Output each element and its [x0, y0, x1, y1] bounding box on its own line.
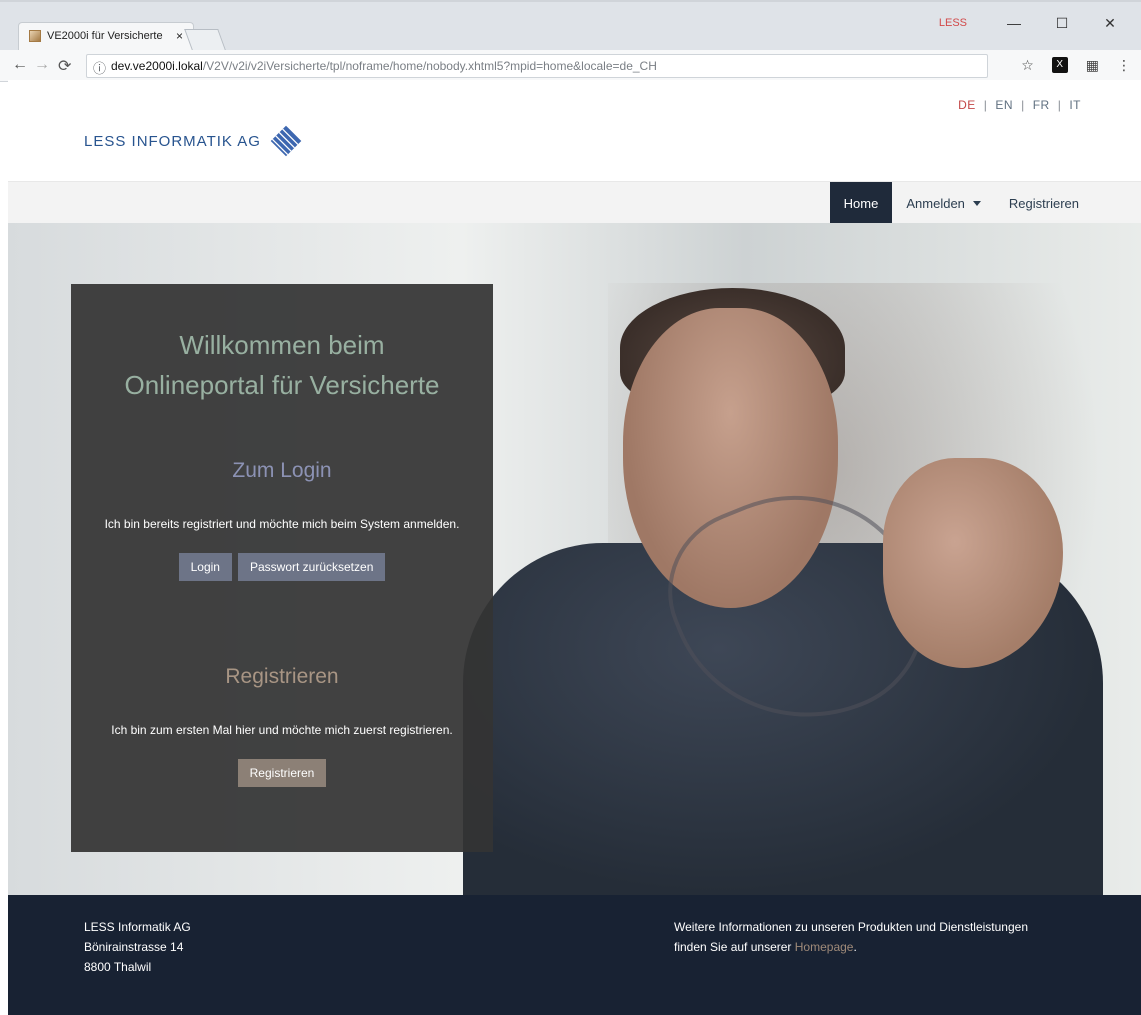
minimize-icon[interactable]: —	[1003, 15, 1025, 31]
nav-registrieren-label: Registrieren	[1008, 195, 1079, 211]
reset-password-button[interactable]: Passwort zurücksetzen	[237, 553, 386, 581]
browser-chrome: VE2000i für Versicherte × LESS — ☐ ✕ ← →…	[0, 0, 1141, 82]
url-path: /V2V/v2i/v2iVersicherte/tpl/noframe/home…	[202, 59, 657, 73]
footer-info: Weitere Informationen zu unseren Produkt…	[674, 917, 1074, 957]
less-extension-badge[interactable]: LESS	[939, 17, 967, 29]
new-tab-button[interactable]	[184, 29, 226, 50]
nav-menu: Home Anmelden Registrieren	[829, 182, 1093, 224]
omnibox-row: ← → ⟳ ⓘ dev.ve2000i.lokal/V2V/v2i/v2iVer…	[0, 50, 1141, 82]
welcome-panel: Willkommen beim Onlineportal für Versich…	[71, 284, 493, 852]
homepage-link[interactable]: Homepage	[795, 940, 854, 954]
language-switcher: DE | EN | FR | IT	[958, 98, 1081, 112]
nav-anmelden-label: Anmelden	[906, 195, 965, 211]
language-en[interactable]: EN	[995, 98, 1013, 112]
maximize-icon[interactable]: ☐	[1051, 15, 1073, 32]
register-heading: Registrieren	[225, 665, 339, 688]
tab-title: VE2000i für Versicherte	[47, 30, 163, 42]
extension-icon[interactable]: X	[1051, 57, 1068, 73]
tab-close-icon[interactable]: ×	[176, 29, 183, 43]
bookmark-star-icon[interactable]: ☆	[1021, 57, 1034, 74]
welcome-line-1: Willkommen beim	[179, 330, 385, 360]
nav-home[interactable]: Home	[829, 182, 893, 224]
nav-anmelden-dropdown[interactable]: Anmelden	[892, 182, 995, 224]
language-it[interactable]: IT	[1069, 98, 1081, 112]
main-navbar: Home Anmelden Registrieren	[8, 181, 1141, 224]
window-controls: LESS — ☐ ✕	[939, 8, 1141, 38]
login-text: Ich bin bereits registriert und möchte m…	[104, 517, 460, 531]
site-favicon-icon	[29, 30, 41, 42]
page: DE | EN | FR | IT LESS INFORMATIK AG Home Anme…	[8, 80, 1141, 1015]
address-bar[interactable]: ⓘ dev.ve2000i.lokal/V2V/v2i/v2iVersicher…	[86, 54, 988, 78]
register-button[interactable]: Registrieren	[237, 759, 327, 787]
forward-icon[interactable]: →	[34, 56, 50, 74]
footer-info-text: finden Sie auf unserer	[674, 940, 792, 954]
footer-street: Bönirainstrasse 14	[84, 940, 184, 954]
footer-city: 8800 Thalwil	[84, 960, 152, 974]
nav-registrieren[interactable]: Registrieren	[995, 182, 1093, 224]
welcome-line-2: Onlineportal für Versicherte	[124, 370, 440, 400]
back-icon[interactable]: ←	[12, 56, 28, 74]
company-logo[interactable]: LESS INFORMATIK AG	[84, 122, 303, 160]
register-text: Ich bin zum ersten Mal hier und möchte m…	[111, 723, 453, 737]
login-heading: Zum Login	[232, 459, 332, 482]
logo-text: LESS INFORMATIK AG	[84, 132, 261, 150]
login-button-row: Login Passwort zurücksetzen	[71, 553, 493, 581]
info-icon[interactable]: ⓘ	[93, 58, 106, 77]
hero-section: Willkommen beim Onlineportal für Versich…	[8, 223, 1141, 895]
reload-icon[interactable]: ⟳	[58, 56, 71, 76]
register-button-row: Registrieren	[71, 759, 493, 787]
language-de[interactable]: DE	[958, 98, 976, 112]
nav-home-label: Home	[843, 195, 879, 211]
caret-down-icon	[972, 200, 981, 206]
footer: LESS Informatik AG Bönirainstrasse 14 88…	[8, 895, 1141, 1015]
url-host: dev.ve2000i.lokal	[111, 59, 203, 73]
menu-icon[interactable]: ⋮	[1117, 57, 1131, 74]
diamond-logo-icon	[270, 125, 302, 157]
footer-address: LESS Informatik AG Bönirainstrasse 14 88…	[84, 917, 191, 977]
extension-2-icon[interactable]: ▦	[1086, 57, 1099, 74]
login-button[interactable]: Login	[178, 553, 232, 581]
close-window-icon[interactable]: ✕	[1099, 15, 1121, 32]
address-url: dev.ve2000i.lokal/V2V/v2i/v2iVersicherte…	[111, 59, 657, 73]
browser-tab[interactable]: VE2000i für Versicherte ×	[18, 22, 194, 50]
footer-company: LESS Informatik AG	[84, 920, 191, 934]
welcome-title: Willkommen beim Onlineportal für Versich…	[71, 325, 493, 405]
footer-info-line-2: finden Sie auf unserer Homepage.	[674, 937, 1074, 957]
footer-info-end: .	[853, 940, 857, 954]
tabstrip: VE2000i für Versicherte × LESS — ☐ ✕	[0, 2, 1141, 50]
language-fr[interactable]: FR	[1033, 98, 1050, 112]
browser-actions: ☆ X ▦ ⋮	[1021, 57, 1131, 74]
footer-info-line-1: Weitere Informationen zu unseren Produkt…	[674, 920, 1028, 934]
